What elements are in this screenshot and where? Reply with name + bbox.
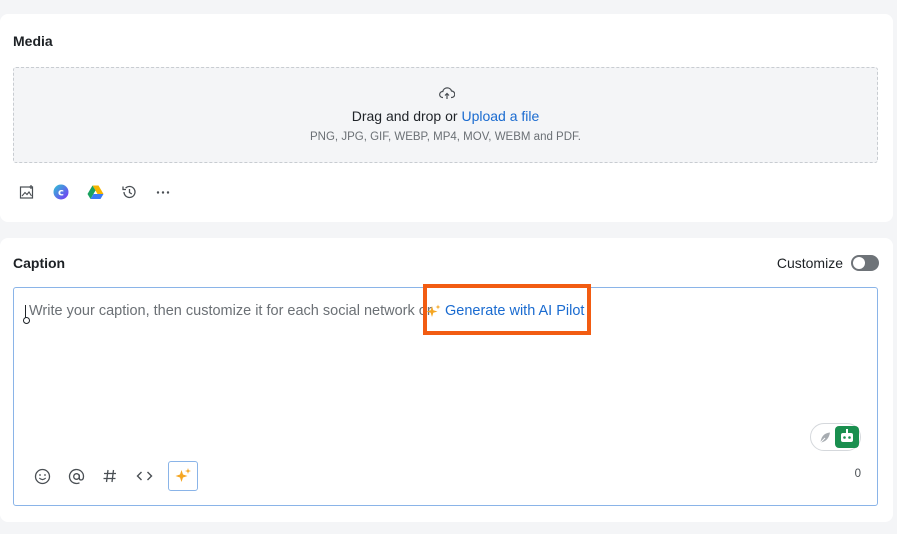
- mention-icon: [68, 468, 85, 484]
- ai-pilot-button[interactable]: [168, 461, 198, 491]
- ai-sparkle-icon: [175, 468, 191, 482]
- media-toolbar: c: [19, 183, 189, 201]
- emoji-button[interactable]: [34, 464, 68, 488]
- sparkle-icon: [426, 304, 441, 317]
- media-title: Media: [13, 33, 53, 49]
- canva-button[interactable]: c: [53, 183, 87, 201]
- hashtag-icon: [103, 469, 116, 483]
- google-drive-button[interactable]: [87, 183, 121, 201]
- dropzone-text: Drag and drop or Upload a file: [14, 108, 877, 124]
- customize-control: Customize: [777, 255, 879, 271]
- dropzone-prefix: Drag and drop or: [351, 108, 462, 124]
- bot-icon: [841, 429, 853, 442]
- media-section: Media Drag and drop or Upload a file PNG…: [0, 14, 893, 222]
- character-count: 0: [854, 468, 861, 480]
- history-icon: [122, 185, 136, 199]
- mention-button[interactable]: [68, 464, 102, 488]
- more-button[interactable]: [155, 183, 189, 201]
- caption-title: Caption: [13, 255, 66, 271]
- caption-editor[interactable]: Write your caption, then customize it fo…: [13, 284, 878, 506]
- caption-section: Caption Customize Write your caption, th…: [0, 238, 893, 522]
- cloud-upload-icon: [439, 87, 455, 99]
- add-image-icon: [19, 185, 34, 199]
- svg-text:c: c: [58, 188, 64, 199]
- google-drive-icon: [87, 185, 104, 199]
- code-button[interactable]: [136, 464, 170, 488]
- customize-label: Customize: [776, 255, 843, 271]
- caption-placeholder: Write your caption, then customize it fo…: [29, 303, 432, 319]
- feather-icon: [818, 432, 830, 445]
- code-icon: [136, 471, 153, 481]
- canva-icon: c: [53, 184, 69, 200]
- assistant-widget[interactable]: [810, 423, 861, 451]
- emoji-icon: [34, 468, 51, 484]
- bot-button[interactable]: [835, 426, 859, 448]
- upload-file-link[interactable]: Upload a file: [461, 108, 539, 124]
- caption-toolbar: [34, 461, 198, 491]
- dropzone-formats: PNG, JPG, GIF, WEBP, MP4, MOV, WEBM and …: [310, 131, 581, 143]
- hashtag-button[interactable]: [102, 464, 136, 488]
- history-button[interactable]: [121, 183, 155, 201]
- ai-link-label: Generate with AI Pilot: [445, 303, 585, 319]
- add-image-button[interactable]: [19, 183, 53, 201]
- generate-ai-pilot-link[interactable]: Generate with AI Pilot: [426, 303, 584, 319]
- customize-toggle[interactable]: [851, 255, 879, 271]
- more-icon: [156, 191, 170, 194]
- media-dropzone[interactable]: Drag and drop or Upload a file PNG, JPG,…: [13, 67, 878, 163]
